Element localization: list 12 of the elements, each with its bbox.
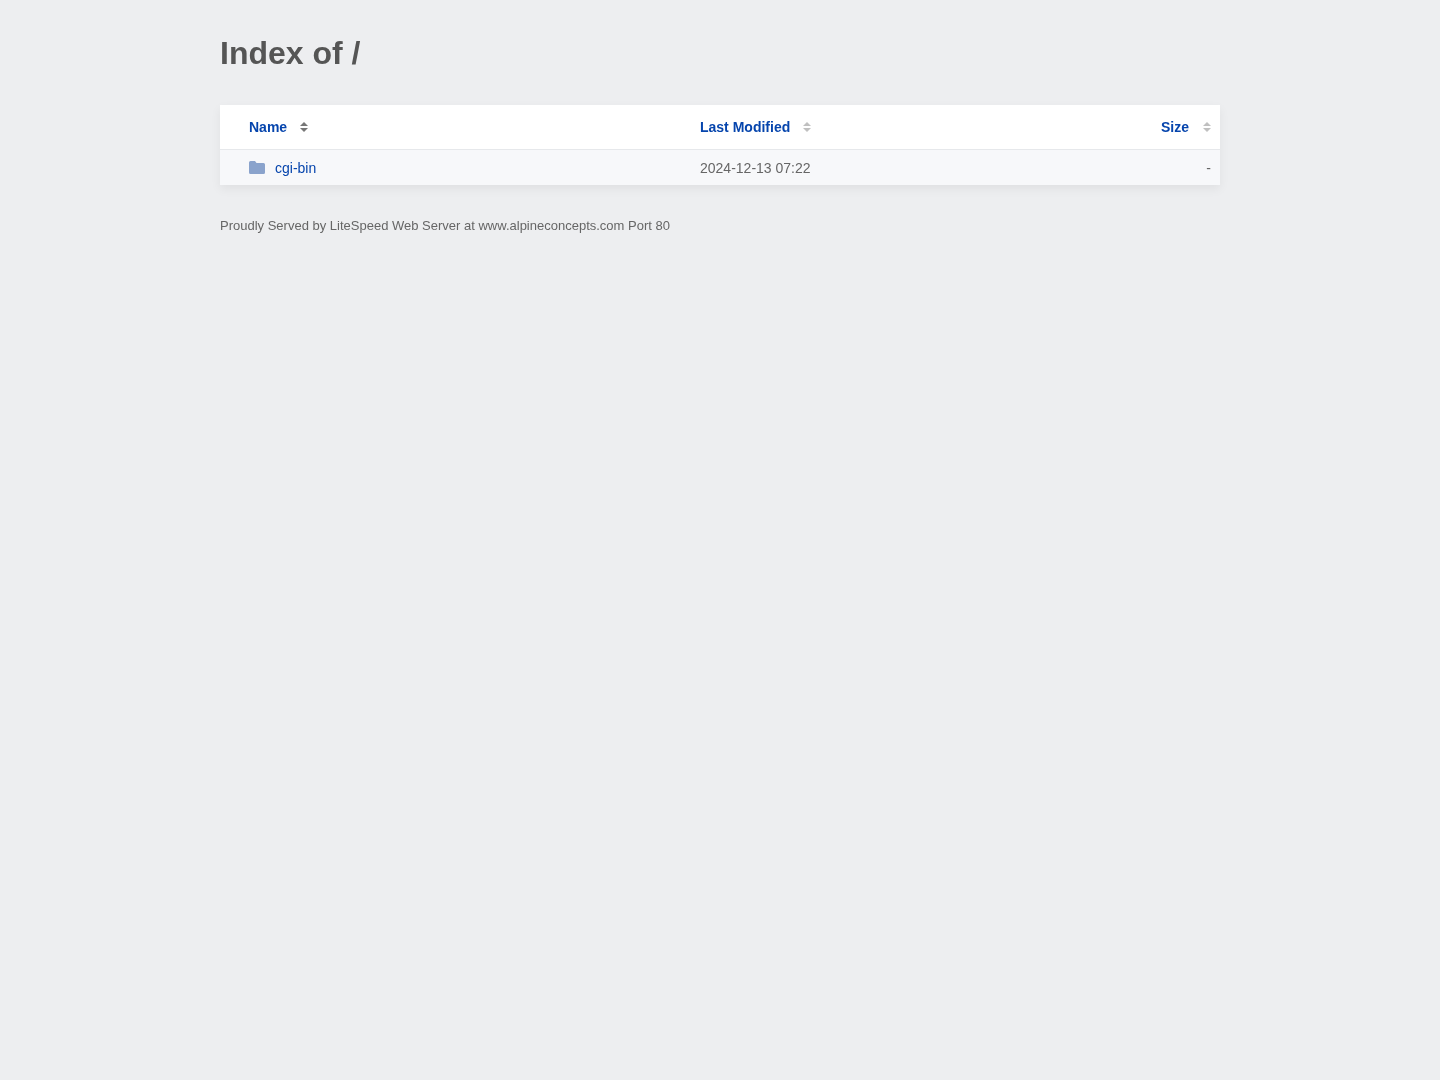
modified-date: 2024-12-13 07:22 [700, 159, 811, 176]
sort-icon[interactable] [300, 122, 309, 132]
folder-icon [249, 161, 265, 174]
sort-icon[interactable] [1203, 122, 1211, 132]
page-title: Index of / [220, 34, 362, 72]
column-header-link[interactable]: Size [1161, 119, 1189, 135]
column-header-link[interactable]: Name [249, 119, 288, 135]
footer-text: Proudly Served by LiteSpeed Web Server at www.alpineconcepts.com Port 80 [220, 218, 671, 233]
file-size: - [1206, 159, 1211, 176]
column-header-link[interactable]: Last Modified [700, 119, 791, 135]
file-link[interactable]: cgi-bin [275, 159, 317, 176]
sort-icon[interactable] [803, 122, 812, 132]
